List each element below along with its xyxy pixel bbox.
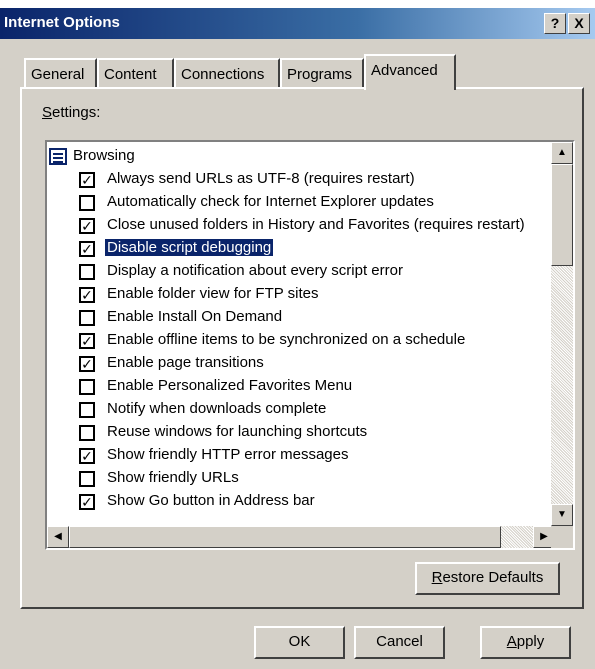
- cancel-button[interactable]: Cancel: [354, 626, 445, 659]
- setting-label-selected: Disable script debugging: [103, 238, 275, 257]
- scrollbar-corner: [551, 526, 573, 548]
- setting-label: Display a notification about every scrip…: [107, 262, 403, 279]
- tab-programs[interactable]: Programs: [280, 58, 364, 88]
- tab-connections[interactable]: Connections: [174, 58, 280, 88]
- setting-label: Enable Personalized Favorites Menu: [107, 377, 353, 394]
- setting-disable-script-debugging[interactable]: ✓ Disable script debugging: [47, 238, 555, 261]
- checkbox[interactable]: ✓: [79, 494, 95, 510]
- setting-label: Enable folder view for FTP sites: [107, 285, 319, 302]
- setting-label: Reuse windows for launching shortcuts: [107, 423, 368, 440]
- checkbox[interactable]: ✓: [79, 218, 95, 234]
- ok-button[interactable]: OK: [254, 626, 345, 659]
- settings-label: Settings:: [42, 104, 101, 121]
- scroll-left-icon[interactable]: ◀: [47, 526, 69, 548]
- setting-label: Enable page transitions: [107, 354, 264, 371]
- setting-page-transitions[interactable]: ✓ Enable page transitions: [47, 353, 555, 376]
- internet-options-dialog: Internet Options ? X General Content Con…: [0, 8, 595, 669]
- horizontal-scroll-thumb[interactable]: [69, 526, 501, 548]
- setting-label: Show Go button in Address bar: [107, 492, 315, 509]
- setting-notify-downloads[interactable]: Notify when downloads complete: [47, 399, 555, 422]
- setting-ftp-folder-view[interactable]: ✓ Enable folder view for FTP sites: [47, 284, 555, 307]
- setting-install-on-demand[interactable]: Enable Install On Demand: [47, 307, 555, 330]
- checkbox[interactable]: ✓: [79, 241, 95, 257]
- checkbox[interactable]: [79, 379, 95, 395]
- setting-go-button[interactable]: ✓ Show Go button in Address bar: [47, 491, 555, 514]
- group-browsing: Browsing: [47, 146, 555, 169]
- setting-offline-sync[interactable]: ✓ Enable offline items to be synchronize…: [47, 330, 555, 353]
- group-label: Browsing: [73, 147, 135, 164]
- checkbox[interactable]: ✓: [79, 287, 95, 303]
- checkbox[interactable]: ✓: [79, 172, 95, 188]
- settings-rows: Browsing ✓ Always send URLs as UTF-8 (re…: [47, 142, 555, 526]
- tab-general[interactable]: General: [24, 58, 97, 88]
- settings-list[interactable]: Browsing ✓ Always send URLs as UTF-8 (re…: [45, 140, 575, 550]
- close-button[interactable]: X: [568, 13, 590, 34]
- tab-label: Advanced: [371, 62, 438, 79]
- setting-personalized-favorites[interactable]: Enable Personalized Favorites Menu: [47, 376, 555, 399]
- checkbox[interactable]: [79, 195, 95, 211]
- tab-label: Connections: [181, 66, 265, 83]
- setting-label: Enable offline items to be synchronized …: [107, 331, 466, 348]
- tab-label: Programs: [287, 66, 353, 83]
- restore-defaults-button[interactable]: Restore Defaults: [415, 562, 560, 595]
- checkbox[interactable]: ✓: [79, 448, 95, 464]
- setting-close-unused-folders[interactable]: ✓ Close unused folders in History and Fa…: [47, 215, 555, 238]
- setting-label: Close unused folders in History and Favo…: [107, 216, 525, 233]
- checkbox[interactable]: [79, 425, 95, 441]
- checkbox[interactable]: ✓: [79, 356, 95, 372]
- checkbox[interactable]: [79, 264, 95, 280]
- vertical-scrollbar[interactable]: ▲ ▼: [551, 142, 573, 526]
- setting-label: Always send URLs as UTF-8 (requires rest…: [107, 170, 415, 187]
- horizontal-scrollbar[interactable]: ◀ ▶: [47, 526, 555, 548]
- tab-advanced[interactable]: Advanced: [364, 54, 456, 90]
- setting-auto-check-updates[interactable]: Automatically check for Internet Explore…: [47, 192, 555, 215]
- scroll-down-icon[interactable]: ▼: [551, 504, 573, 526]
- help-button[interactable]: ?: [544, 13, 566, 34]
- setting-label: Automatically check for Internet Explore…: [107, 193, 434, 210]
- checkbox[interactable]: [79, 310, 95, 326]
- setting-friendly-urls[interactable]: Show friendly URLs: [47, 468, 555, 491]
- settings-list-icon: [49, 148, 67, 165]
- title-bar[interactable]: Internet Options ? X: [0, 8, 595, 39]
- tab-label: General: [31, 66, 85, 83]
- setting-script-error-notify[interactable]: Display a notification about every scrip…: [47, 261, 555, 284]
- setting-label: Notify when downloads complete: [107, 400, 327, 417]
- setting-label: Show friendly URLs: [107, 469, 239, 486]
- setting-reuse-windows[interactable]: Reuse windows for launching shortcuts: [47, 422, 555, 445]
- checkbox[interactable]: [79, 471, 95, 487]
- setting-label: Enable Install On Demand: [107, 308, 283, 325]
- setting-utf8-urls[interactable]: ✓ Always send URLs as UTF-8 (requires re…: [47, 169, 555, 192]
- window-title: Internet Options: [4, 14, 120, 31]
- checkbox[interactable]: [79, 402, 95, 418]
- tab-label: Content: [104, 66, 157, 83]
- vertical-scroll-thumb[interactable]: [551, 164, 573, 266]
- checkbox[interactable]: ✓: [79, 333, 95, 349]
- scroll-up-icon[interactable]: ▲: [551, 142, 573, 164]
- setting-label: Show friendly HTTP error messages: [107, 446, 349, 463]
- apply-button[interactable]: Apply: [480, 626, 571, 659]
- tab-content[interactable]: Content: [97, 58, 174, 88]
- setting-friendly-http-errors[interactable]: ✓ Show friendly HTTP error messages: [47, 445, 555, 468]
